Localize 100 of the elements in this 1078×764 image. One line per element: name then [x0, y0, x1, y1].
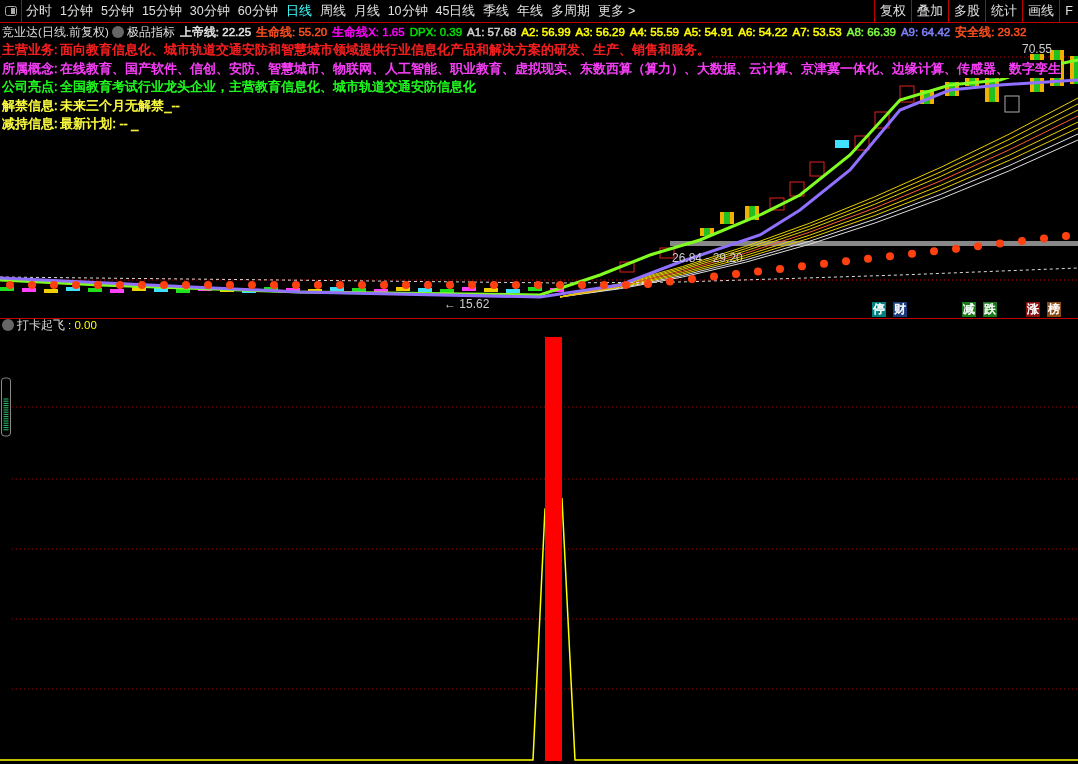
signal-dot [50, 281, 58, 289]
signal-tag: 跌 [983, 302, 997, 317]
signal-dot [270, 281, 278, 289]
period-tab[interactable]: 多周期 [547, 0, 595, 22]
signal-dot [1062, 232, 1070, 240]
signal-dot [908, 249, 916, 258]
candlestick [418, 288, 432, 292]
candlestick [1070, 56, 1078, 84]
signal-dot [974, 242, 982, 251]
signal-dot [842, 257, 850, 266]
candlestick [374, 289, 388, 293]
signal-dot [204, 281, 212, 289]
indicator-value: A5: 54.91 [684, 25, 734, 40]
info-text: 最新计划: -- _ [60, 115, 139, 134]
dropdown-icon[interactable] [2, 319, 14, 331]
candlestick [154, 288, 168, 292]
period-tab[interactable]: 10分钟 [383, 0, 432, 22]
period-tab[interactable]: 1分钟 [56, 0, 97, 22]
period-tab[interactable]: 45日线 [431, 0, 480, 22]
candlestick [809, 161, 825, 177]
signal-dot [490, 281, 498, 289]
candlestick [700, 228, 714, 236]
period-tab[interactable]: 周线 [315, 0, 350, 22]
indicator-value: 安全线: 29.32 [955, 25, 1027, 40]
signal-dot [116, 281, 124, 289]
toolbar-button[interactable]: 统计 [985, 0, 1023, 22]
toolbar-button[interactable]: 多股 [948, 0, 986, 22]
period-tab[interactable]: 30分钟 [185, 0, 234, 22]
signal-dot [292, 281, 300, 289]
signal-dot [424, 281, 432, 289]
indicator-value: A8: 66.39 [846, 25, 896, 40]
indicator-value: 生命线X: 1.65 [332, 25, 405, 40]
candlestick [88, 288, 102, 292]
signal-dot [248, 281, 256, 289]
signal-tag: 财 [893, 302, 907, 317]
candlestick [619, 261, 635, 273]
info-label: 公司亮点: [2, 78, 58, 97]
indicator-name: 极品指标 [126, 25, 175, 40]
candlestick [769, 197, 785, 211]
dropdown-icon[interactable] [111, 26, 124, 38]
signal-dot [226, 281, 234, 289]
signal-tag: 减 [962, 302, 976, 317]
info-text: 面向教育信息化、城市轨道交通安防和智慧城市领域提供行业信息化产品和解决方案的研发、生产、销售和服务。 [60, 41, 711, 60]
indicator-value: : 0.00 [68, 319, 97, 333]
signal-dot [710, 272, 718, 281]
period-tab[interactable]: 季线 [479, 0, 514, 22]
signal-dot [28, 281, 36, 289]
indicator-value: A9: 64.42 [900, 25, 951, 40]
signal-dot [776, 264, 784, 273]
signal-tag: 停 [872, 302, 886, 317]
indicator-value: A7: 53.53 [792, 25, 842, 40]
indicator-value: DPX: 0.39 [409, 25, 463, 40]
period-tab[interactable]: 月线 [349, 0, 384, 22]
period-tab[interactable]: 15分钟 [137, 0, 186, 22]
signal-dot [732, 269, 740, 278]
signal-dot [94, 281, 102, 289]
toolbar-button[interactable]: 画线 [1022, 0, 1060, 22]
candlestick [110, 289, 124, 293]
candlestick [44, 289, 58, 293]
candlestick [789, 181, 805, 197]
period-tab[interactable]: 日线 [281, 0, 316, 22]
panel-toggle-icon[interactable] [4, 6, 17, 16]
signal-dot [622, 281, 630, 289]
period-tab[interactable]: 分时 [22, 0, 56, 22]
stock-title: 竞业达(日线.前复权) [2, 25, 109, 40]
period-tab[interactable]: 年线 [513, 0, 548, 22]
signal-dot [1040, 234, 1048, 243]
signal-dot [578, 281, 586, 289]
indicator-value: A6: 54.22 [738, 25, 788, 40]
signal-dot [446, 281, 454, 289]
signal-dot [1018, 237, 1026, 246]
candlestick [835, 140, 849, 148]
signal-dot [160, 281, 168, 289]
signal-dot [952, 244, 960, 253]
scroll-handle[interactable] [1, 377, 11, 437]
toolbar-button[interactable]: 叠加 [911, 0, 949, 22]
candlestick [506, 289, 520, 293]
toolbar-button[interactable]: F [1059, 0, 1078, 22]
candlestick [242, 289, 256, 293]
toolbar-button[interactable]: 复权 [874, 0, 912, 22]
candlestick [484, 288, 498, 292]
signal-dot [468, 281, 476, 289]
signal-dot [314, 281, 322, 289]
signal-dot [600, 281, 608, 289]
candlestick [854, 135, 870, 151]
candlestick [1004, 95, 1020, 113]
indicator-value: A2: 56.99 [521, 25, 571, 40]
signal-dot [6, 281, 14, 289]
signal-dot [996, 239, 1004, 248]
indicator-value: A4: 55.59 [629, 25, 679, 40]
signal-tag: 涨 [1026, 302, 1040, 317]
signal-dot [72, 281, 80, 289]
more-button[interactable]: 更多 > [594, 0, 640, 22]
signal-dot [886, 252, 894, 261]
signal-tag: 榜 [1047, 302, 1061, 317]
candlestick [22, 288, 36, 292]
period-tab[interactable]: 5分钟 [96, 0, 138, 22]
signal-dot [798, 262, 806, 271]
signal-dot [380, 281, 388, 289]
period-tab[interactable]: 60分钟 [233, 0, 282, 22]
